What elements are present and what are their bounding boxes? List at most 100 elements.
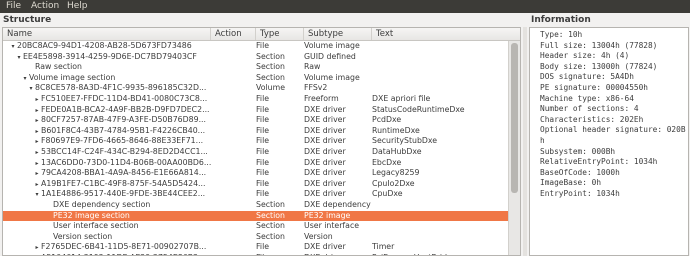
menu-action[interactable]: Action [31,1,59,12]
tree-row[interactable]: ▸ FEDE0A1B-BCA2-4A9F-BB2B-D9FD7DEC2... Fil… [3,105,509,116]
tree-row-type: File [256,146,270,156]
pane-divider[interactable] [523,27,527,256]
tree-row[interactable]: ▾ EE4E5898-3914-4259-9D6E-DC7BD79403CF Sec… [3,52,509,63]
tree-row-name: 1A1E4886-9517-440E-9FDE-3BE44CEE2... [41,189,206,199]
tree-row-name: 13AC6DD0-73D0-11D4-B06B-00AA00BD6... [41,157,211,167]
tree-row-name: Volume image section [29,72,116,82]
column-header-text[interactable]: Text [372,28,520,40]
tree-row[interactable]: Raw section Section Raw [3,62,509,73]
tree-row[interactable]: ▾ 1A1E4886-9517-440E-9FDE-3BE44CEE2... Fil… [3,189,509,200]
tree-row-type: Volume [256,83,285,93]
tree-row-name: User interface section [53,221,139,231]
tree-row-type: Section [256,221,285,231]
tree-row-text: Timer [372,242,395,252]
info-line: Machine type: x86-64 [540,93,634,103]
tree-row-name: 20BC8AC9-94D1-4208-AB28-5D673FD73486 [17,41,192,50]
tree-row-subtype: PE32 image [304,210,351,220]
structure-title: Structure [3,15,52,25]
tree-row[interactable]: ▸ 53BCC14F-C24F-434C-B294-8ED2D4CC1... Fil… [3,147,509,158]
column-header-action[interactable]: Action [211,28,256,40]
tree-row-subtype: FFSv2 [304,83,328,93]
tree-header: Name Action Type Subtype Text [3,28,520,41]
tree-row-type: Section [256,62,285,72]
tree-row-text: Legacy8259 [372,168,420,178]
tree-row[interactable]: ▸ 13AC6DD0-73D0-11D4-B06B-00AA00BD6... Fil… [3,158,509,169]
tree-row-subtype: DXE driver [304,115,346,125]
tree-row-text: EbcDxe [372,157,402,167]
tree-row-type: File [256,189,270,199]
menu-file[interactable]: File [6,1,21,12]
tree-row-text: PcdDxe [372,115,402,125]
tree-row[interactable]: ▸ F2765DEC-6B41-11D5-8E71-00902707B... Fil… [3,242,509,253]
info-line: ImageBase: 0h [540,178,602,188]
tree-row[interactable]: Version section Section Version [3,232,509,243]
tree-row[interactable]: ▸ FC510EE7-FFDC-11D4-BD41-0080C73C8... Fil… [3,94,509,105]
tree-row-type: File [256,157,270,167]
tree-row-subtype: DXE driver [304,136,346,146]
tree-row[interactable]: DXE dependency section Section DXE depende… [3,200,509,211]
tree-scrollbar-thumb[interactable] [511,43,518,193]
tree-row[interactable]: ▸ F80697E9-7FD6-4665-8646-88E33EF71... Fil… [3,136,509,147]
menu-help[interactable]: Help [67,1,88,12]
column-header-name[interactable]: Name [3,28,211,40]
info-line: Number of sections: 4 [540,104,639,114]
tree-row-subtype: DXE driver [304,168,346,178]
tree-row-subtype: GUID defined [304,51,356,61]
tree-row-name: 53BCC14F-C24F-434C-B294-8ED2D4CC1... [41,146,208,156]
info-line: RelativeEntryPoint: 1034h [540,157,658,167]
tree-row-type: Section [256,199,285,209]
tree-row[interactable]: ▾ 8C8CE578-8A3D-4F1C-9935-896185C32D... Vo… [3,83,509,94]
tree-row-subtype: DXE driver [304,178,346,188]
tree-row-subtype: DXE driver [304,125,346,135]
tree-row-type: File [256,242,270,252]
tree-row-type: Section [256,231,285,241]
tree-row-name-cell: Version section [3,232,211,243]
tree-row-name: EE4E5898-3914-4259-9D6E-DC7BD79403CF [23,51,197,61]
tree-row-subtype: DXE dependency [304,199,371,209]
column-header-subtype[interactable]: Subtype [304,28,372,40]
information-panel: Type: 10h Full size: 13004h (77828) Header… [529,27,689,256]
column-header-type[interactable]: Type [256,28,304,40]
tree-row-text: StatusCodeRuntimeDxe [372,104,465,114]
tree-row-subtype: DXE driver [304,189,346,199]
tree-row-name: PE32 image section [53,210,130,220]
tree-row[interactable]: ▾ 20BC8AC9-94D1-4208-AB28-5D673FD73486 Fil… [3,41,509,52]
tree-row-name: Version section [53,231,113,241]
tree-row-subtype: User interface [304,221,360,231]
tree-row-type: File [256,178,270,188]
tree-row-name: B601F8C4-43B7-4784-95B1-F4226CB40... [41,125,206,135]
tree-row-name-cell: Raw section [3,62,211,73]
tree-row-name: Raw section [35,62,82,72]
tree-row-text: DataHubDxe [372,146,422,156]
tree-row[interactable]: ▾ Volume image section Section Volume image [3,73,509,84]
tree-row[interactable]: ▸ A19B1FE7-C1BC-49F8-875F-54A5D5424... Fil… [3,179,509,190]
tree-row-subtype: Raw [304,62,321,72]
tree-row-selected[interactable]: PE32 image section Section PE32 image [3,210,509,222]
tree-row-type: File [256,104,270,114]
tree-row-type: File [256,115,270,125]
tree-row-subtype: Volume image [304,41,360,50]
tree-scrollbar[interactable] [508,41,520,255]
tree-row-text: DXE apriori file [372,93,431,103]
info-line: Optional header signature: 020Bh [540,125,686,145]
tree-rows: ▾ 20BC8AC9-94D1-4208-AB28-5D673FD73486 Fil… [3,41,509,255]
info-line: Subsystem: 000Bh [540,146,616,156]
info-line: EntryPoint: 1034h [540,188,620,198]
info-line: BaseOfCode: 1000h [540,167,620,177]
info-line: Header size: 4h (4) [540,51,630,61]
menu-bar: File Action Help [0,0,690,13]
tree-row[interactable]: User interface section Section User interf… [3,221,509,232]
tree-row-text: RuntimeDxe [372,125,420,135]
tree-row-type: File [256,125,270,135]
tree-row-text: CpuDxe [372,189,403,199]
tree-row[interactable]: ▸ 79CA4208-BBA1-4A9A-8456-E1E66A814... Fil… [3,168,509,179]
tree-row-name-cell: DXE dependency section [3,200,211,211]
tree-row[interactable]: ▸ 80CF7257-87AB-47F9-A3FE-D50B76D89... Fil… [3,115,509,126]
tree-row-name: FEDE0A1B-BCA2-4A9F-BB2B-D9FD7DEC2... [41,104,210,114]
tree-row-subtype: DXE driver [304,157,346,167]
tree-row-type: File [256,93,270,103]
tree-row-type: File [256,168,270,178]
tree-row[interactable]: ▸ B601F8C4-43B7-4784-95B1-F4226CB40... Fil… [3,126,509,137]
structure-tree[interactable]: Name Action Type Subtype Text ▾ 20BC8AC9-… [2,27,521,256]
info-line: Characteristics: 202Eh [540,114,644,124]
